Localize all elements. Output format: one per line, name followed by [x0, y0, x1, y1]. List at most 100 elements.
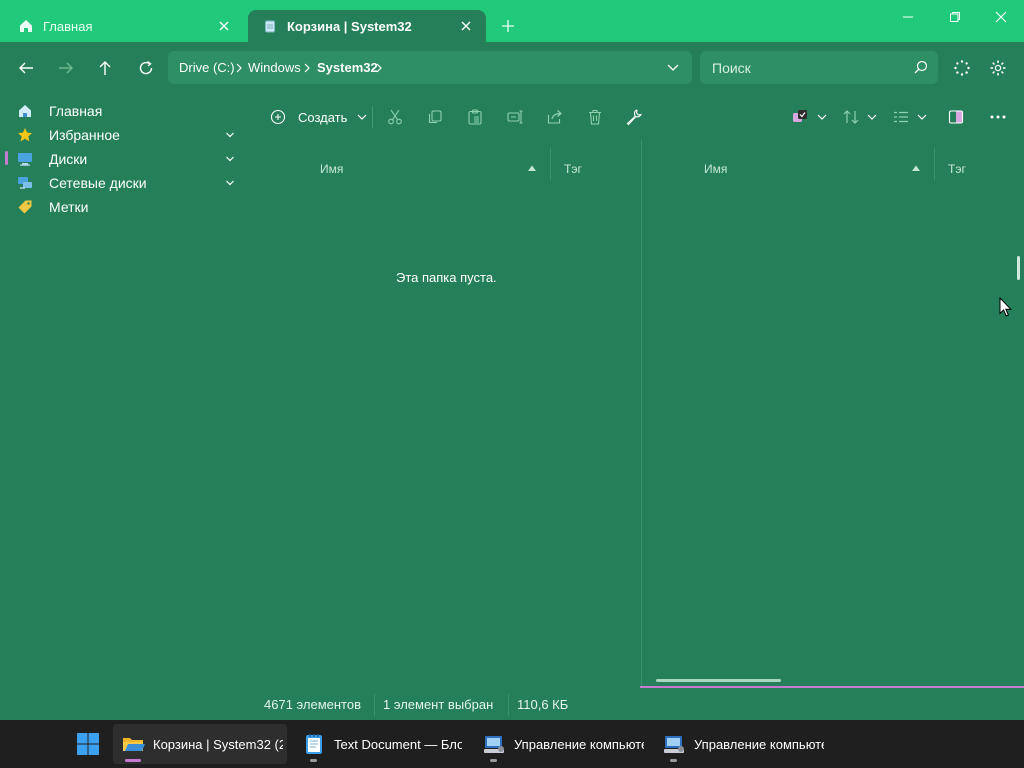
sync-status-icon[interactable] [950, 56, 974, 80]
forward-arrow-icon[interactable] [54, 56, 78, 80]
sidebar-item-favorites[interactable]: Избранное [0, 123, 248, 147]
view-layout-button[interactable] [892, 106, 928, 128]
column-divider[interactable] [550, 148, 551, 180]
sidebar-item-label: Диски [49, 151, 88, 167]
chevron-down-icon [356, 112, 368, 122]
column-divider[interactable] [934, 148, 935, 180]
status-size: 110,6 КБ [517, 697, 569, 712]
computer-management-icon [662, 732, 686, 756]
status-divider [374, 694, 375, 716]
column-header-tag[interactable]: Тэг [564, 162, 582, 176]
minimize-icon[interactable] [894, 6, 922, 28]
select-mode-button[interactable] [792, 106, 828, 128]
plus-circle-icon [270, 109, 286, 125]
sidebar-item-label: Избранное [49, 127, 120, 143]
chevron-down-icon[interactable] [225, 179, 235, 187]
sidebar-item-label: Метки [49, 199, 89, 215]
chevron-down-icon [816, 112, 828, 122]
address-bar[interactable]: Drive (C:) Windows System32 [168, 51, 692, 84]
create-label: Создать [298, 109, 348, 125]
tab-bar: Главная Корзина | System32 [0, 0, 1024, 42]
sidebar-item-drives[interactable]: Диски [0, 147, 248, 171]
restore-icon[interactable] [941, 6, 969, 28]
column-header-tag[interactable]: Тэг [948, 162, 966, 176]
chevron-right-icon[interactable] [374, 62, 384, 74]
breadcrumb-system32[interactable]: System32 [317, 60, 378, 75]
tab-label: Главная [43, 18, 93, 34]
taskbar-item-explorer[interactable]: Корзина | System32 (2) [113, 724, 287, 764]
taskbar-item-notepad[interactable]: Text Document — Блокнот [294, 724, 466, 764]
chevron-down-icon[interactable] [666, 61, 680, 73]
up-arrow-icon[interactable] [93, 56, 117, 80]
drive-icon [17, 151, 33, 167]
search-icon[interactable] [913, 59, 929, 75]
close-icon[interactable] [458, 18, 474, 34]
back-arrow-icon[interactable] [14, 56, 38, 80]
network-drive-icon [17, 175, 33, 191]
status-selected-count: 1 элемент выбран [383, 697, 494, 712]
running-indicator [125, 759, 141, 762]
pane-divider[interactable] [641, 140, 642, 686]
sidebar: Главная Избранное Диски Сетевые диски Ме… [0, 96, 248, 720]
breadcrumb-drive-c[interactable]: Drive (C:) [179, 60, 235, 75]
preview-pane-icon[interactable] [943, 106, 969, 128]
running-indicator [490, 759, 497, 762]
sidebar-item-label: Сетевые диски [49, 175, 147, 191]
properties-wrench-icon[interactable] [621, 106, 647, 128]
paste-icon[interactable] [462, 106, 488, 128]
notepad-icon [302, 732, 326, 756]
close-window-icon[interactable] [987, 6, 1015, 28]
sort-ascending-icon [911, 164, 921, 172]
search-box[interactable] [700, 51, 938, 84]
taskbar-item-computer-management-2[interactable]: Управление компьюте [654, 724, 828, 764]
chevron-down-icon[interactable] [225, 131, 235, 139]
start-windows-icon[interactable] [76, 732, 100, 756]
chevron-down-icon [866, 112, 878, 122]
taskbar-item-computer-management-1[interactable]: Управление компьюте [474, 724, 648, 764]
folder-icon [121, 732, 145, 756]
share-icon[interactable] [542, 106, 568, 128]
mouse-cursor-icon [999, 297, 1012, 317]
running-indicator [310, 759, 317, 762]
create-button[interactable]: Создать [270, 106, 368, 128]
refresh-icon[interactable] [134, 56, 158, 80]
sort-button[interactable] [842, 106, 878, 128]
column-header-name[interactable]: Имя [704, 162, 727, 176]
sidebar-item-tags[interactable]: Метки [0, 195, 248, 219]
copy-icon[interactable] [422, 106, 448, 128]
column-header-name[interactable]: Имя [320, 162, 343, 176]
sort-ascending-icon [527, 164, 537, 172]
details-view-icon [892, 108, 910, 126]
toolbar-divider [372, 106, 373, 128]
sidebar-item-network-drives[interactable]: Сетевые диски [0, 171, 248, 195]
gear-icon[interactable] [986, 56, 1010, 80]
active-pane-indicator [640, 686, 1024, 688]
tab-home[interactable]: Главная [4, 10, 244, 42]
chevron-down-icon [916, 112, 928, 122]
rename-icon[interactable] [502, 106, 528, 128]
taskbar: Корзина | System32 (2) Text Document — Б… [0, 720, 1024, 768]
star-icon [17, 127, 33, 143]
search-input[interactable] [710, 58, 904, 78]
new-tab-plus-icon[interactable] [498, 16, 518, 36]
taskbar-item-label: Управление компьюте [694, 736, 824, 752]
delete-trash-icon[interactable] [582, 106, 608, 128]
close-icon[interactable] [216, 18, 232, 34]
cut-icon[interactable] [382, 106, 408, 128]
selection-indicator [5, 151, 8, 165]
chevron-down-icon[interactable] [225, 155, 235, 163]
sidebar-item-home[interactable]: Главная [0, 99, 248, 123]
breadcrumb-windows[interactable]: Windows [248, 60, 301, 75]
taskbar-item-label: Корзина | System32 (2) [153, 736, 283, 752]
sort-arrows-icon [842, 108, 860, 126]
taskbar-item-label: Text Document — Блокнот [334, 736, 462, 752]
more-options-icon[interactable] [985, 106, 1011, 128]
recycle-bin-icon [262, 18, 278, 34]
vertical-scrollbar[interactable] [1017, 256, 1020, 280]
tab-recycle-bin[interactable]: Корзина | System32 [248, 10, 486, 42]
computer-management-icon [482, 732, 506, 756]
chevron-right-icon [234, 62, 244, 74]
chevron-right-icon [302, 62, 312, 74]
horizontal-scrollbar[interactable] [656, 679, 781, 682]
running-indicator [670, 759, 677, 762]
